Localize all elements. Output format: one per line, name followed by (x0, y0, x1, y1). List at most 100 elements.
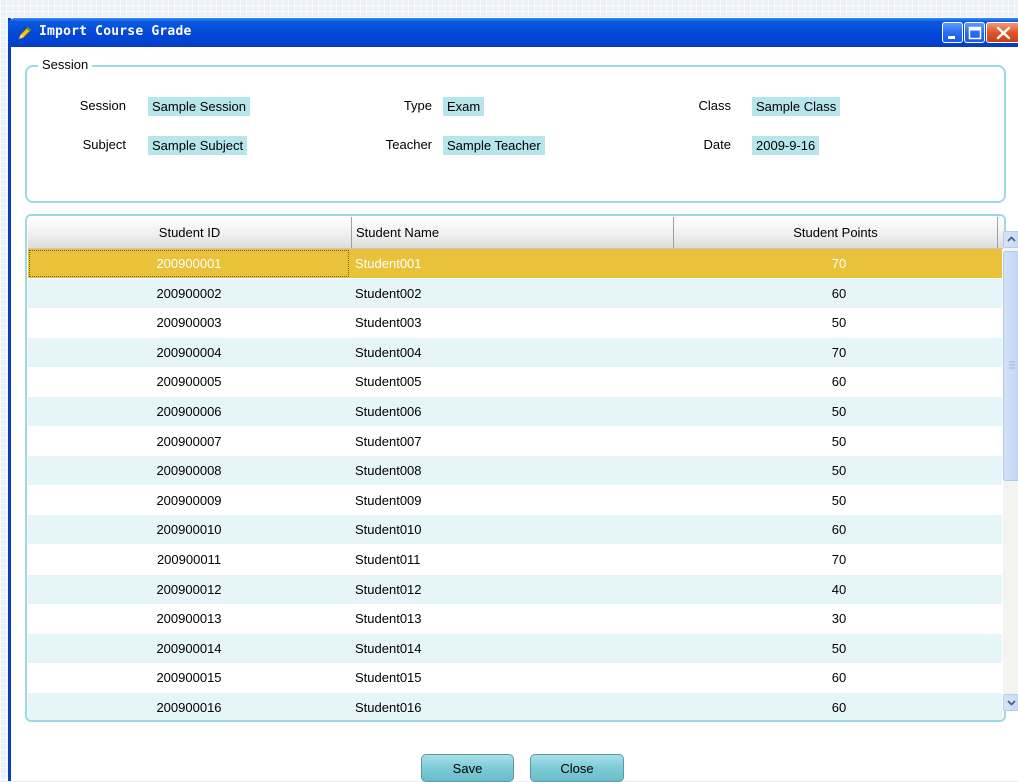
subject-label: Subject (82, 137, 126, 152)
student-name-cell[interactable]: Student004 (355, 338, 673, 367)
student-id-cell[interactable]: 200900016 (28, 693, 350, 720)
close-window-button[interactable] (986, 22, 1018, 43)
table-row[interactable]: 200900009 Student009 50 (28, 485, 1002, 515)
table-row[interactable]: 200900011 Student011 70 (28, 545, 1002, 574)
table-row[interactable]: 200900008 Student008 50 (28, 456, 1002, 486)
session-group-box (25, 65, 1006, 203)
student-id-cell[interactable]: 200900001 (28, 249, 350, 278)
scroll-up-button[interactable] (1003, 231, 1018, 248)
teacher-label: Teacher (385, 137, 432, 152)
session-label: Session (79, 98, 126, 113)
import-course-grade-window: Import Course Grade Session Session Samp… (8, 18, 1018, 782)
student-points-cell[interactable]: 50 (676, 308, 1002, 337)
column-header-student-name[interactable]: Student Name (352, 217, 674, 248)
date-value: 2009-9-16 (752, 136, 820, 155)
student-name-cell[interactable]: Student010 (355, 515, 673, 544)
table-row[interactable]: 200900016 Student016 60 (28, 693, 1002, 720)
vertical-scrollbar[interactable] (1003, 231, 1018, 711)
minimize-button[interactable] (942, 22, 963, 43)
student-points-cell[interactable]: 70 (676, 249, 1002, 278)
minimize-icon (948, 36, 955, 39)
student-points-cell[interactable]: 70 (676, 545, 1002, 574)
student-id-cell[interactable]: 200900002 (28, 279, 350, 308)
student-points-cell[interactable]: 50 (676, 486, 1002, 515)
student-name-cell[interactable]: Student014 (355, 634, 673, 663)
session-value: Sample Session (148, 97, 250, 116)
table-row[interactable]: 200900013 Student013 30 (28, 604, 1002, 634)
student-points-cell[interactable]: 50 (676, 456, 1002, 485)
student-id-cell[interactable]: 200900007 (28, 427, 350, 456)
student-points-cell[interactable]: 60 (676, 693, 1002, 720)
student-name-cell[interactable]: Student002 (355, 279, 673, 308)
student-id-cell[interactable]: 200900003 (28, 308, 350, 337)
grip-icon (1009, 361, 1015, 369)
student-points-cell[interactable]: 50 (676, 427, 1002, 456)
student-name-cell[interactable]: Student008 (355, 456, 673, 485)
student-name-cell[interactable]: Student011 (355, 545, 673, 574)
class-value: Sample Class (752, 97, 841, 116)
table-row[interactable]: 200900001 Student001 70 (28, 249, 1002, 278)
close-icon (996, 26, 1011, 40)
student-points-cell[interactable]: 70 (676, 338, 1002, 367)
maximize-icon (968, 26, 982, 40)
student-id-cell[interactable]: 200900015 (28, 663, 350, 692)
student-id-cell[interactable]: 200900011 (28, 545, 350, 574)
table-row[interactable]: 200900014 Student014 50 (28, 633, 1002, 663)
student-name-cell[interactable]: Student012 (355, 575, 673, 604)
table-row[interactable]: 200900003 Student003 50 (28, 308, 1002, 338)
student-name-cell[interactable]: Student015 (355, 663, 673, 692)
chevron-down-icon (1007, 700, 1016, 706)
student-name-cell[interactable]: Student016 (355, 693, 673, 720)
title-bar[interactable]: Import Course Grade (8, 18, 1018, 47)
table-row[interactable]: 200900005 Student005 60 (28, 367, 1002, 397)
student-id-cell[interactable]: 200900010 (28, 515, 350, 544)
teacher-value: Sample Teacher (443, 136, 545, 155)
table-row[interactable]: 200900002 Student002 60 (28, 278, 1002, 308)
student-id-cell[interactable]: 200900006 (28, 397, 350, 426)
student-id-cell[interactable]: 200900004 (28, 338, 350, 367)
student-points-cell[interactable]: 50 (676, 634, 1002, 663)
student-id-cell[interactable]: 200900005 (28, 367, 350, 396)
table-row[interactable]: 200900012 Student012 40 (28, 574, 1002, 604)
date-label: Date (703, 137, 731, 152)
type-value: Exam (443, 97, 485, 116)
student-name-cell[interactable]: Student003 (355, 308, 673, 337)
student-name-cell[interactable]: Student001 (355, 249, 673, 278)
student-id-cell[interactable]: 200900013 (28, 604, 350, 633)
window-title: Import Course Grade (39, 24, 192, 39)
student-points-cell[interactable]: 50 (676, 397, 1002, 426)
student-points-cell[interactable]: 60 (676, 515, 1002, 544)
student-points-cell[interactable]: 60 (676, 367, 1002, 396)
close-button[interactable]: Close (530, 754, 624, 782)
student-points-cell[interactable]: 60 (676, 663, 1002, 692)
student-name-cell[interactable]: Student006 (355, 397, 673, 426)
student-points-cell[interactable]: 40 (676, 575, 1002, 604)
maximize-button[interactable] (964, 22, 985, 43)
table-row[interactable]: 200900006 Student006 50 (28, 397, 1002, 426)
save-button[interactable]: Save (421, 754, 514, 782)
student-name-cell[interactable]: Student009 (355, 486, 673, 515)
table-row[interactable]: 200900007 Student007 50 (28, 426, 1002, 456)
student-name-cell[interactable]: Student005 (355, 367, 673, 396)
student-name-cell[interactable]: Student007 (355, 427, 673, 456)
column-header-student-id[interactable]: Student ID (28, 217, 352, 248)
student-id-cell[interactable]: 200900014 (28, 634, 350, 663)
grades-table[interactable]: Student ID Student Name Student Points 2… (25, 214, 1006, 722)
table-header: Student ID Student Name Student Points (28, 217, 1004, 249)
column-header-student-points[interactable]: Student Points (674, 217, 998, 248)
student-id-cell[interactable]: 200900009 (28, 486, 350, 515)
student-points-cell[interactable]: 30 (676, 604, 1002, 633)
table-row[interactable]: 200900010 Student010 60 (28, 515, 1002, 545)
class-label: Class (698, 98, 731, 113)
pencil-icon (17, 25, 33, 41)
student-name-cell[interactable]: Student013 (355, 604, 673, 633)
type-label: Type (403, 98, 432, 113)
student-id-cell[interactable]: 200900012 (28, 575, 350, 604)
student-points-cell[interactable]: 60 (676, 279, 1002, 308)
scrollbar-thumb[interactable] (1003, 251, 1018, 481)
table-row[interactable]: 200900015 Student015 60 (28, 663, 1002, 693)
table-row[interactable]: 200900004 Student004 70 (28, 337, 1002, 367)
session-legend: Session (38, 57, 93, 72)
scroll-down-button[interactable] (1003, 694, 1018, 711)
student-id-cell[interactable]: 200900008 (28, 456, 350, 485)
